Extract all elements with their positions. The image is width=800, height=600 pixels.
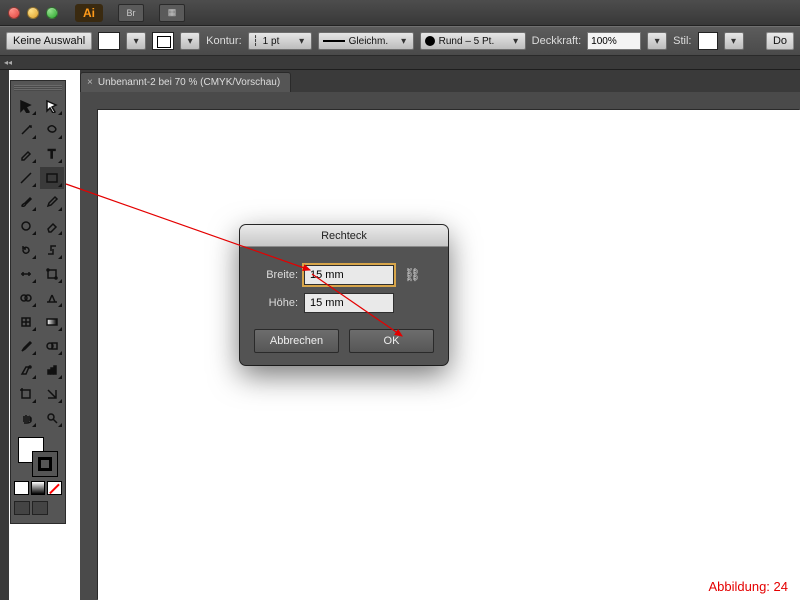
stroke-dropdown[interactable]: ▾ xyxy=(180,32,200,50)
stroke-profile-dropdown[interactable]: Gleichm.▾ xyxy=(318,32,414,50)
width-input[interactable] xyxy=(304,265,394,285)
color-mode-none[interactable] xyxy=(47,481,62,495)
tool-perspective-grid[interactable] xyxy=(40,287,64,309)
document-tabbar: × Unbenannt-2 bei 70 % (CMYK/Vorschau) xyxy=(80,70,800,92)
width-label: Breite: xyxy=(254,269,298,281)
document-tab[interactable]: × Unbenannt-2 bei 70 % (CMYK/Vorschau) xyxy=(80,72,291,92)
tool-pencil[interactable] xyxy=(40,191,64,213)
tool-blob-brush[interactable] xyxy=(14,215,38,237)
window-minimize-icon[interactable] xyxy=(27,7,39,19)
tool-eyedropper[interactable] xyxy=(14,335,38,357)
tool-selection[interactable] xyxy=(14,95,38,117)
panel-grip[interactable] xyxy=(14,85,62,91)
tool-zoom[interactable] xyxy=(40,407,64,429)
tool-scale[interactable] xyxy=(40,239,64,261)
stroke-weight-field[interactable]: ┆1 pt▾ xyxy=(248,32,312,50)
document-tab-title: Unbenannt-2 bei 70 % (CMYK/Vorschau) xyxy=(98,77,280,88)
tool-paintbrush[interactable] xyxy=(14,191,38,213)
tool-artboard[interactable] xyxy=(14,383,38,405)
style-dropdown[interactable]: ▾ xyxy=(724,32,744,50)
stroke-swatch[interactable] xyxy=(152,32,174,50)
tool-gradient[interactable] xyxy=(40,311,64,333)
tool-free-transform[interactable] xyxy=(40,263,64,285)
control-bar: Keine Auswahl ▾ ▾ Kontur: ┆1 pt▾ Gleichm… xyxy=(0,26,800,56)
tool-width[interactable] xyxy=(14,263,38,285)
mac-titlebar: Ai Br ▦ xyxy=(0,0,800,26)
app-badge: Ai xyxy=(75,4,103,22)
height-label: Höhe: xyxy=(254,297,298,309)
fill-swatch[interactable] xyxy=(98,32,120,50)
color-mode-row xyxy=(14,481,62,495)
tool-rectangle[interactable] xyxy=(40,167,64,189)
tool-hand[interactable] xyxy=(14,407,38,429)
tool-pen[interactable] xyxy=(14,143,38,165)
stroke-box[interactable] xyxy=(32,451,58,477)
ok-button[interactable]: OK xyxy=(349,329,434,353)
tool-blend[interactable] xyxy=(40,335,64,357)
screen-mode-full[interactable] xyxy=(32,501,48,515)
tool-column-graph[interactable] xyxy=(40,359,64,381)
tool-slice[interactable] xyxy=(40,383,64,405)
opacity-label: Deckkraft: xyxy=(532,35,582,47)
screen-mode-normal[interactable] xyxy=(14,501,30,515)
color-mode-solid[interactable] xyxy=(14,481,29,495)
truncated-button[interactable]: Do xyxy=(766,32,794,50)
tool-mesh[interactable] xyxy=(14,311,38,333)
tools-panel: T xyxy=(10,80,66,524)
opacity-dropdown[interactable]: ▾ xyxy=(647,32,667,50)
tool-symbol-sprayer[interactable] xyxy=(14,359,38,381)
panel-expand-strip[interactable]: ◂◂ xyxy=(0,56,800,70)
artboard[interactable] xyxy=(98,110,800,600)
arrange-documents-button[interactable]: ▦ xyxy=(159,4,185,22)
stroke-profile-icon xyxy=(323,40,345,42)
tool-magic-wand[interactable] xyxy=(14,119,38,141)
stroke-label: Kontur: xyxy=(206,35,241,47)
figure-caption: Abbildung: 24 xyxy=(708,579,788,594)
cancel-button[interactable]: Abbrechen xyxy=(254,329,339,353)
style-swatch[interactable] xyxy=(698,32,718,50)
rectangle-dialog: Rechteck Breite: ⛓ Höhe: Abbrechen OK xyxy=(240,225,448,365)
close-tab-icon[interactable]: × xyxy=(87,77,93,88)
tool-direct-selection[interactable] xyxy=(40,95,64,117)
screen-mode-row xyxy=(14,501,62,515)
brush-icon xyxy=(425,36,435,46)
tool-rotate[interactable] xyxy=(14,239,38,261)
height-input[interactable] xyxy=(304,293,394,313)
dock-strip xyxy=(0,70,9,600)
selection-status: Keine Auswahl xyxy=(6,32,92,50)
style-label: Stil: xyxy=(673,35,691,47)
brush-definition-dropdown[interactable]: Rund – 5 Pt.▾ xyxy=(420,32,526,50)
tool-eraser[interactable] xyxy=(40,215,64,237)
fill-dropdown[interactable]: ▾ xyxy=(126,32,146,50)
window-zoom-icon[interactable] xyxy=(46,7,58,19)
tool-shape-builder[interactable] xyxy=(14,287,38,309)
window-close-icon[interactable] xyxy=(8,7,20,19)
tool-lasso[interactable] xyxy=(40,119,64,141)
tool-line-segment[interactable] xyxy=(14,167,38,189)
link-dimensions-icon[interactable]: ⛓ xyxy=(404,267,421,283)
dialog-title: Rechteck xyxy=(240,225,448,247)
color-mode-gradient[interactable] xyxy=(31,481,46,495)
opacity-field[interactable] xyxy=(587,32,641,50)
bridge-button[interactable]: Br xyxy=(118,4,144,22)
tool-type[interactable]: T xyxy=(40,143,64,165)
fill-stroke-control[interactable] xyxy=(14,435,62,477)
svg-text:T: T xyxy=(48,147,56,161)
